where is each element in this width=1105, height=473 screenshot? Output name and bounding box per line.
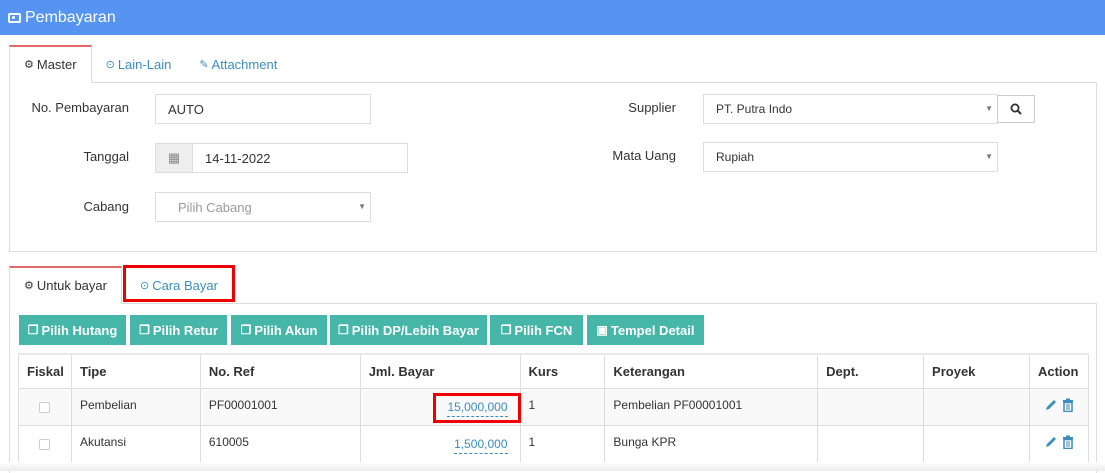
tanggal-label: Tanggal xyxy=(83,149,129,164)
kurs-cell: 1 xyxy=(519,387,606,426)
tab-label: Master xyxy=(36,57,77,72)
pencil-icon[interactable] xyxy=(1044,398,1058,412)
button-label: Pilih Hutang xyxy=(41,322,118,338)
button-label: Pilih Akun xyxy=(254,322,318,338)
copy-icon: ❐ xyxy=(27,323,39,337)
jml-bayar-editable[interactable]: 1,500,000 xyxy=(454,437,508,454)
pilih-akun-button[interactable]: ❐ Pilih Akun xyxy=(231,315,327,345)
window-title: Pembayaran xyxy=(25,8,116,26)
payment-detail-table: Fiskal Tipe No. Ref Jml. Bayar Kurs Kete… xyxy=(18,353,1090,463)
action-cell xyxy=(1028,387,1090,426)
button-label: Tempel Detail xyxy=(610,322,695,338)
column-header-proyek[interactable]: Proyek xyxy=(923,353,1030,389)
tab-label: Untuk bayar xyxy=(36,278,107,293)
no-pembayaran-label: No. Pembayaran xyxy=(31,100,129,115)
tab-untuk-bayar[interactable]: ⚙ Untuk bayar xyxy=(9,266,122,304)
mata-uang-label: Mata Uang xyxy=(612,148,676,163)
column-header-keterangan[interactable]: Keterangan xyxy=(604,353,819,389)
supplier-select[interactable]: PT. Putra Indo ▼ xyxy=(703,94,998,124)
check-circle-icon: ⊙ xyxy=(105,58,115,71)
mata-uang-value: Rupiah xyxy=(716,150,755,164)
fiskal-checkbox[interactable] xyxy=(39,401,50,413)
supplier-value: PT. Putra Indo xyxy=(716,102,793,116)
action-cell xyxy=(1028,424,1090,463)
fiskal-checkbox[interactable] xyxy=(39,438,50,450)
column-header-action: Action xyxy=(1028,353,1090,389)
column-header-fiskal[interactable]: Fiskal xyxy=(18,353,72,389)
column-header-no-ref[interactable]: No. Ref xyxy=(199,353,361,389)
tab-attachment[interactable]: ✎ Attachment xyxy=(185,45,291,83)
copy-icon: ❐ xyxy=(240,323,252,337)
mata-uang-select[interactable]: Rupiah ▼ xyxy=(703,142,998,172)
column-header-tipe[interactable]: Tipe xyxy=(70,353,201,389)
copy-icon: ❐ xyxy=(139,323,150,337)
column-header-jml-bayar[interactable]: Jml. Bayar xyxy=(359,353,521,389)
cara-bayar-highlight xyxy=(123,265,235,302)
tanggal-input[interactable]: 14-11-2022 xyxy=(192,143,408,173)
tipe-cell: Akutansi xyxy=(70,424,201,463)
tab-lain-lain[interactable]: ⊙ Lain-Lain xyxy=(92,45,186,83)
cabang-placeholder: Pilih Cabang xyxy=(178,199,252,215)
search-icon xyxy=(1010,103,1022,115)
chevron-down-icon: ▼ xyxy=(985,104,993,113)
pilih-dp-lebih-bayar-button[interactable]: ❐ Pilih DP/Lebih Bayar xyxy=(330,315,487,345)
keterangan-cell: Pembelian PF00001001 xyxy=(604,387,819,426)
no-ref-cell: PF00001001 xyxy=(199,387,361,426)
top-tabs: ⚙ Master ⊙ Lain-Lain ✎ Attachment xyxy=(9,45,291,83)
table-header-row: Fiskal Tipe No. Ref Jml. Bayar Kurs Kete… xyxy=(18,353,1090,389)
trash-icon[interactable] xyxy=(1062,398,1074,412)
tab-label: Lain-Lain xyxy=(117,56,172,72)
tab-master[interactable]: ⚙ Master xyxy=(9,45,92,83)
chevron-down-icon: ▼ xyxy=(358,202,366,211)
button-label: Pilih FCN xyxy=(514,322,573,338)
column-header-dept[interactable]: Dept. xyxy=(817,353,925,389)
cabang-select[interactable]: Pilih Cabang ▼ xyxy=(155,192,371,222)
tipe-cell: Pembelian xyxy=(70,387,201,426)
copy-icon: ❐ xyxy=(338,323,349,337)
button-label: Pilih DP/Lebih Bayar xyxy=(351,322,479,338)
keterangan-cell: Bunga KPR xyxy=(604,424,819,463)
money-icon xyxy=(8,12,21,23)
tab-label: Attachment xyxy=(211,56,278,72)
cabang-label: Cabang xyxy=(83,199,129,214)
kurs-cell: 1 xyxy=(519,424,606,463)
proyek-cell[interactable] xyxy=(923,387,1030,426)
table-row: Akutansi 610005 1,500,000 1 Bunga KPR xyxy=(18,424,1090,463)
paste-icon: ▣ xyxy=(596,323,608,337)
table-row: Pembelian PF00001001 15,000,000 1 Pembel… xyxy=(18,387,1090,426)
cogs-icon: ⚙ xyxy=(24,280,34,292)
copy-icon: ❐ xyxy=(500,323,512,337)
calendar-icon[interactable]: ▦ xyxy=(155,143,193,173)
pilih-retur-button[interactable]: ❐ Pilih Retur xyxy=(130,315,227,345)
supplier-search-button[interactable] xyxy=(997,95,1035,123)
pilih-fcn-button[interactable]: ❐ Pilih FCN xyxy=(490,315,583,345)
button-label: Pilih Retur xyxy=(152,322,218,338)
dept-cell[interactable] xyxy=(817,424,925,463)
window-titlebar: Pembayaran xyxy=(0,0,1105,35)
trash-icon[interactable] xyxy=(1062,435,1074,449)
tempel-detail-button[interactable]: ▣ Tempel Detail xyxy=(587,315,704,345)
column-header-kurs[interactable]: Kurs xyxy=(519,353,606,389)
proyek-cell[interactable] xyxy=(923,424,1030,463)
pencil-icon[interactable] xyxy=(1044,435,1058,449)
no-ref-cell: 610005 xyxy=(199,424,361,463)
dept-cell[interactable] xyxy=(817,387,925,426)
pilih-hutang-button[interactable]: ❐ Pilih Hutang xyxy=(19,315,126,345)
cogs-icon: ⚙ xyxy=(24,59,34,71)
jml-bayar-cell: 1,500,000 xyxy=(359,424,521,463)
paperclip-icon: ✎ xyxy=(199,58,209,71)
no-pembayaran-input[interactable]: AUTO xyxy=(155,94,371,124)
supplier-label: Supplier xyxy=(628,100,676,115)
jml-bayar-highlight xyxy=(433,393,521,423)
bottom-shadow xyxy=(0,462,1105,471)
chevron-down-icon: ▼ xyxy=(985,152,993,161)
